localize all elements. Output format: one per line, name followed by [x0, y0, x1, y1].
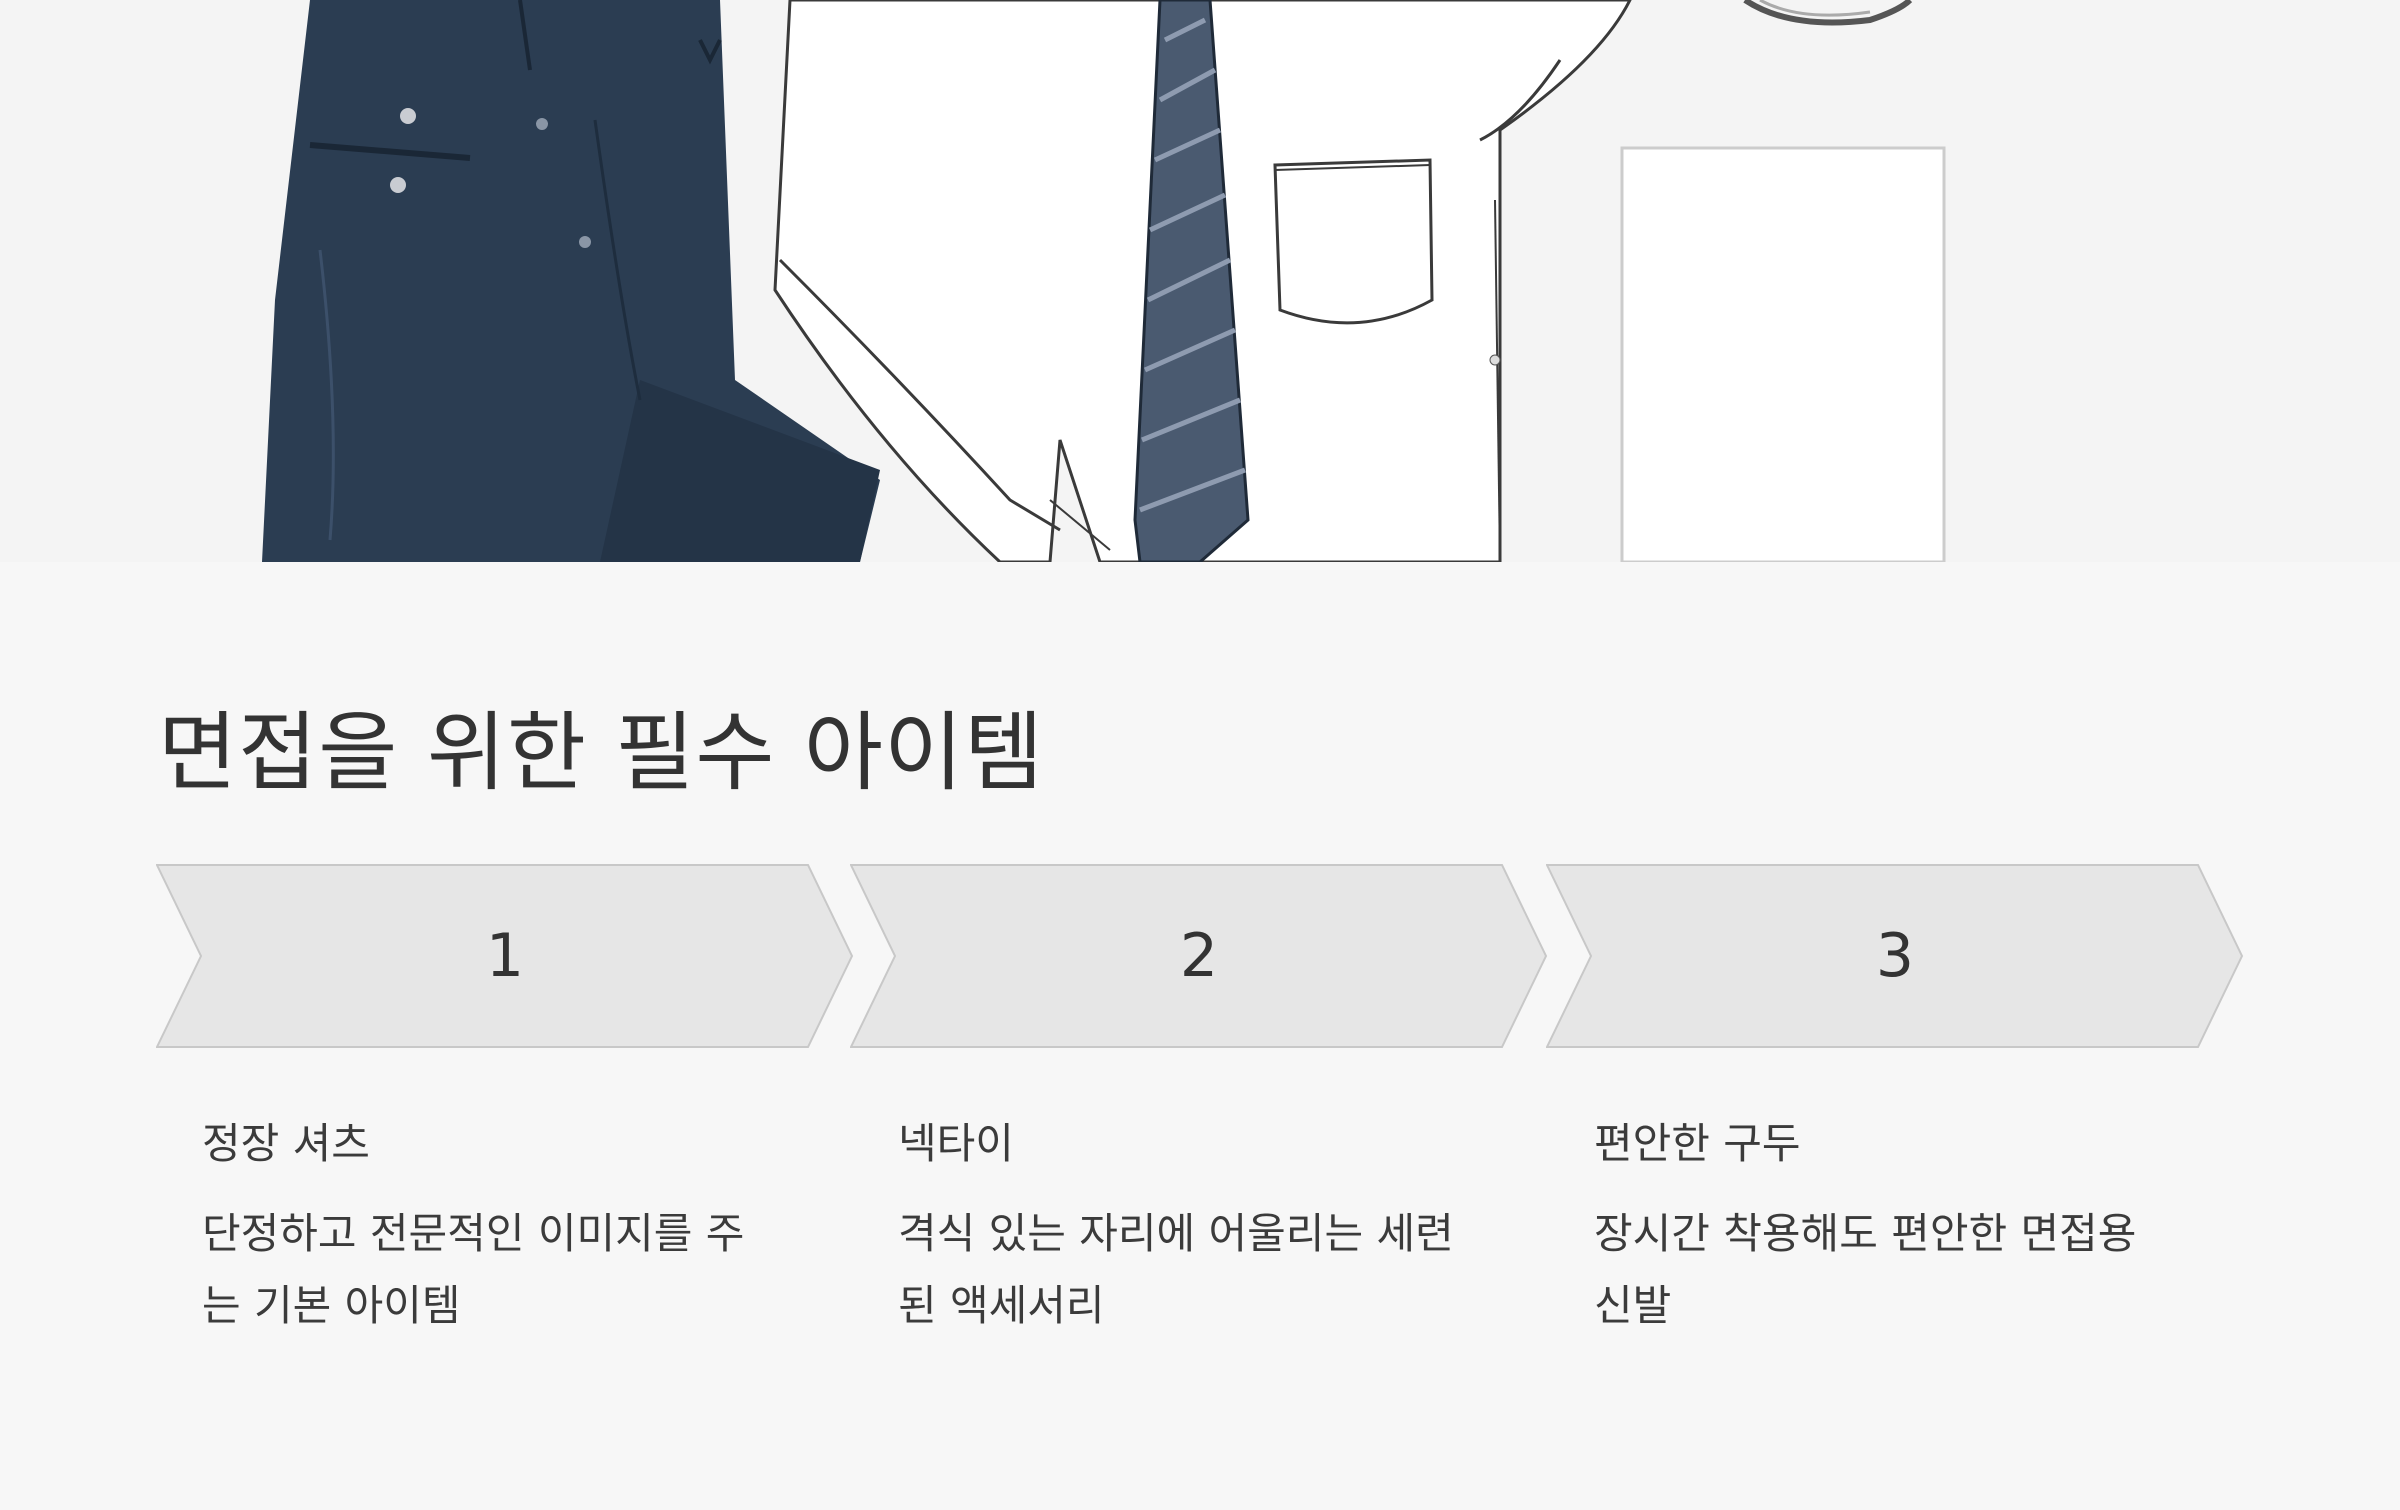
step-1-chevron: 1 [156, 864, 854, 1048]
items-section: 면접을 위한 필수 아이템 1 정장 셔츠 단정하고 전문적인 이미지를 주 는… [0, 562, 2400, 1510]
steps-list: 1 정장 셔츠 단정하고 전문적인 이미지를 주 는 기본 아이템 2 넥타이 … [0, 562, 2400, 1510]
step-2-description-line-1: 격식 있는 자리에 어울리는 세련 [898, 1209, 1454, 1258]
step-2-number: 2 [1179, 921, 1219, 991]
step-1-number: 1 [485, 921, 525, 991]
step-2-description: 격식 있는 자리에 어울리는 세련 된 액세서리 [898, 1198, 1498, 1342]
step-1-description-line-2: 는 기본 아이템 [202, 1281, 461, 1330]
step-2-chevron: 2 [850, 864, 1548, 1048]
step-3-description-line-1: 장시간 착용해도 편안한 면접용 [1594, 1209, 2137, 1258]
step-1-description: 단정하고 전문적인 이미지를 주 는 기본 아이템 [202, 1198, 802, 1342]
white-card-icon [1620, 146, 1946, 562]
step-3-description: 장시간 착용해도 편안한 면접용 신발 [1594, 1198, 2194, 1342]
step-2-description-line-2: 된 액세서리 [898, 1281, 1105, 1330]
step-1-title: 정장 셔츠 [202, 1119, 370, 1168]
step-3-description-line-2: 신발 [1594, 1281, 1672, 1330]
step-2-title: 넥타이 [898, 1119, 1014, 1168]
hero-illustration [0, 0, 2400, 562]
step-3-chevron: 3 [1546, 864, 2244, 1048]
step-1-description-line-1: 단정하고 전문적인 이미지를 주 [202, 1209, 745, 1258]
step-3-number: 3 [1875, 921, 1915, 991]
step-3-title: 편안한 구두 [1594, 1119, 1801, 1168]
